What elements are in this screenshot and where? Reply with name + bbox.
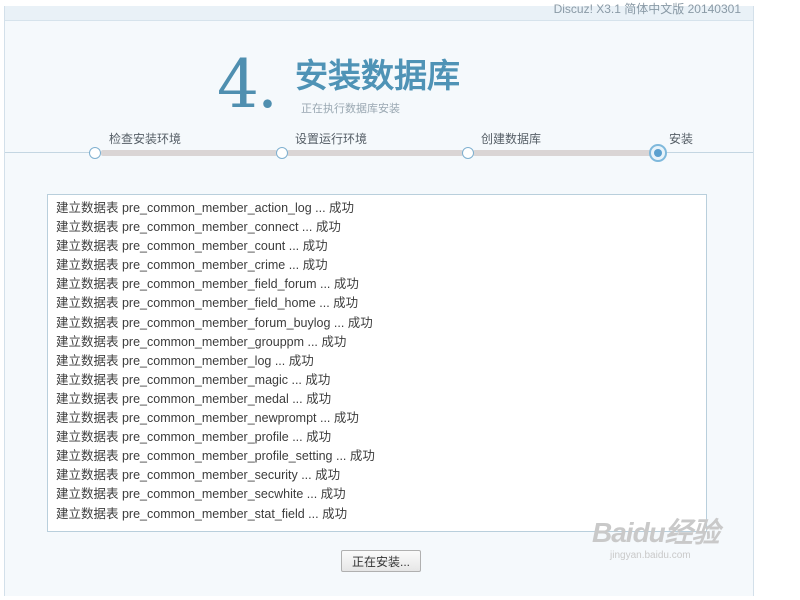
log-line: 建立数据表 pre_common_member_count ... 成功 <box>56 239 328 254</box>
log-line: 建立数据表 pre_common_member_security ... 成功 <box>56 468 341 483</box>
step-dot-setup-environment <box>276 147 288 159</box>
step-label-setup-environment: 设置运行环境 <box>295 132 368 146</box>
step-number: 4. <box>217 46 278 123</box>
installer-panel: Discuz! X3.1 简体中文版 20140301 4. 安装数据库 正在执… <box>4 2 754 596</box>
progress-segment-2 <box>287 150 463 156</box>
step-subtitle: 正在执行数据库安装 <box>301 102 400 115</box>
log-line: 建立数据表 pre_common_member_medal ... 成功 <box>56 391 332 406</box>
watermark-text: Baidu经验 <box>592 517 720 548</box>
step-dot-create-database <box>462 147 474 159</box>
step-label-create-database: 创建数据库 <box>481 132 542 146</box>
version-text: Discuz! X3.1 简体中文版 20140301 <box>553 2 741 16</box>
log-line: 建立数据表 pre_common_member_field_home ... 成… <box>56 296 359 311</box>
log-line: 建立数据表 pre_common_member_action_log ... 成… <box>56 201 355 215</box>
log-line: 建立数据表 pre_common_member_log ... 成功 <box>56 353 314 368</box>
progress-segment-3 <box>473 150 651 156</box>
log-line: 建立数据表 pre_common_member_forum_buylog ...… <box>56 315 373 330</box>
step-title: 安装数据库 <box>295 56 460 95</box>
watermark-url: jingyan.baidu.com <box>610 550 691 561</box>
installing-status-button[interactable]: 正在安装... <box>341 550 421 572</box>
step-label-install: 安装 <box>669 132 694 146</box>
progress-segment-1 <box>101 150 277 156</box>
log-line: 建立数据表 pre_common_member_profile_setting … <box>56 449 375 464</box>
log-line: 建立数据表 pre_common_member_profile ... 成功 <box>56 430 332 445</box>
log-line: 建立数据表 pre_common_member_connect ... 成功 <box>56 220 341 235</box>
installer-page: Discuz! X3.1 简体中文版 20140301 4. 安装数据库 正在执… <box>0 0 800 600</box>
log-line: 建立数据表 pre_common_member_secwhite ... 成功 <box>56 487 346 502</box>
step-label-check-environment: 检查安装环境 <box>109 132 182 146</box>
log-line: 建立数据表 pre_common_member_newprompt ... 成功 <box>56 411 359 426</box>
header-strip: Discuz! X3.1 简体中文版 20140301 <box>5 2 753 21</box>
log-line: 建立数据表 pre_common_member_magic ... 成功 <box>56 372 331 387</box>
step-dot-check-environment <box>89 147 101 159</box>
log-line: 建立数据表 pre_common_member_crime ... 成功 <box>56 258 328 273</box>
log-line: 建立数据表 pre_common_member_grouppm ... 成功 <box>56 334 347 349</box>
install-log[interactable]: 建立数据表 pre_common_member_action_log ... 成… <box>47 194 707 532</box>
step-dot-install <box>649 144 667 162</box>
baidu-watermark: Baidu经验 jingyan.baidu.com <box>592 516 720 562</box>
log-line: 建立数据表 pre_common_member_field_forum ... … <box>56 277 359 292</box>
